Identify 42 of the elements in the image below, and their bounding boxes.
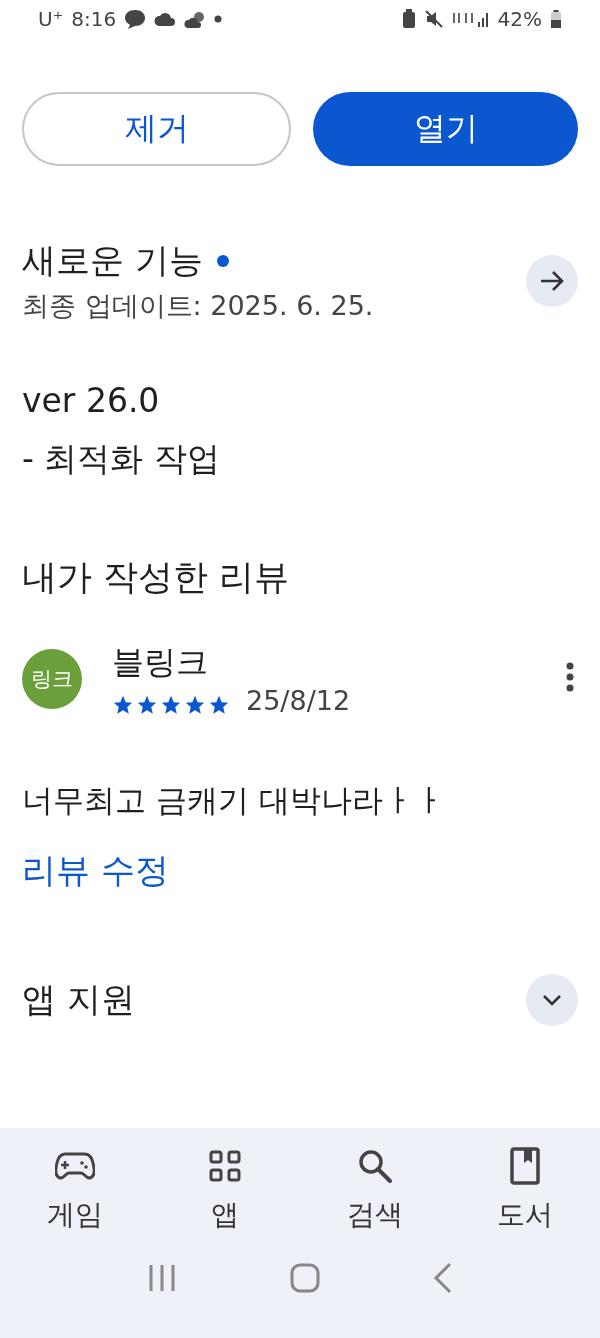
- back-icon[interactable]: [433, 1262, 454, 1294]
- nav-tab[interactable]: 도서: [470, 1142, 580, 1238]
- chat-bubble-icon: [124, 9, 147, 29]
- open-button[interactable]: 열기: [313, 92, 578, 166]
- arrow-button[interactable]: [526, 255, 578, 307]
- nav-tab[interactable]: 앱: [170, 1142, 280, 1238]
- mute-icon: [423, 9, 444, 29]
- clock-text: 8:16: [71, 7, 117, 31]
- release-note-text: - 최적화 작업: [22, 438, 221, 480]
- notification-dot-icon: [214, 15, 223, 23]
- chevron-icon: [542, 994, 562, 1006]
- bookmark-book-icon: [510, 1147, 540, 1185]
- arrow-right-icon: [539, 270, 565, 292]
- home-icon[interactable]: [290, 1263, 320, 1293]
- star-icon: [184, 694, 206, 716]
- partly-cloudy-icon: [184, 10, 207, 28]
- updated-date-text: 최종 업데이트: 2025. 6. 25.: [22, 289, 374, 323]
- battery-icon: [550, 9, 562, 29]
- section-title: 새로운 기능: [22, 239, 203, 282]
- section-title: 앱 지원: [22, 978, 135, 1021]
- search-icon: [357, 1148, 393, 1184]
- apps-grid-icon: [209, 1150, 241, 1182]
- cloud-icon: [154, 12, 177, 26]
- star-icon: [160, 694, 182, 716]
- chevron-button[interactable]: [526, 974, 578, 1026]
- edit-review-link[interactable]: 리뷰 수정: [22, 848, 169, 894]
- carrier-text: U⁺: [38, 7, 64, 31]
- release-note-text: ver 26.0: [22, 380, 161, 422]
- uninstall-button[interactable]: 제거: [22, 92, 291, 166]
- nav-tab[interactable]: 검색: [320, 1142, 430, 1238]
- review-date: 25/8/12: [246, 685, 351, 716]
- star-icon: [136, 694, 158, 716]
- section-title: 내가 작성한 리뷰: [22, 556, 291, 599]
- avatar: 링크: [22, 648, 82, 709]
- nav-tab[interactable]: 게임: [20, 1142, 130, 1238]
- reviewer-name: 블링크: [112, 642, 209, 683]
- more-vert-icon: [566, 662, 574, 692]
- battery-percent-text: 42%: [497, 7, 542, 31]
- review-text: 너무최고 금캐기 대박나라ㅏㅏ: [22, 781, 446, 820]
- gamepad-icon: [55, 1151, 95, 1181]
- star-icon: [112, 694, 134, 716]
- star-icon: [208, 694, 230, 716]
